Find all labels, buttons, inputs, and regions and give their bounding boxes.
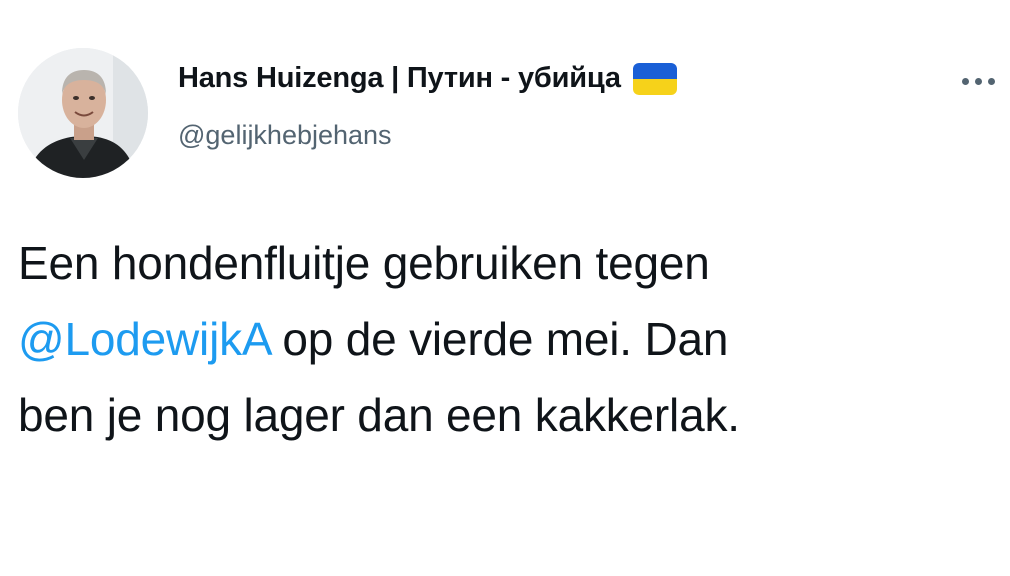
tweet-card: Hans Huizenga | Путин - убийца @gelijkhe… [0, 0, 1010, 576]
ukraine-flag-icon [632, 62, 677, 95]
author-name-row: Hans Huizenga | Путин - убийца [178, 62, 677, 95]
more-options-icon[interactable] [962, 78, 995, 85]
tweet-line-2: @LodewijkA op de vierde mei. Dan [18, 301, 993, 377]
author-display-name[interactable]: Hans Huizenga | Путин - убийца [178, 62, 621, 95]
tweet-line-1: Een hondenfluitje gebruiken tegen [18, 237, 710, 289]
tweet-line-3: ben je nog lager dan een kakkerlak. [18, 389, 740, 441]
author-handle[interactable]: @gelijkhebjehans [178, 120, 392, 151]
avatar-photo [18, 48, 148, 178]
mention-link[interactable]: @LodewijkA [18, 313, 270, 365]
tweet-line-2-text: op de vierde mei. Dan [269, 313, 729, 365]
tweet-text: Een hondenfluitje gebruiken tegen @Lodew… [18, 225, 993, 453]
avatar[interactable] [18, 48, 148, 178]
